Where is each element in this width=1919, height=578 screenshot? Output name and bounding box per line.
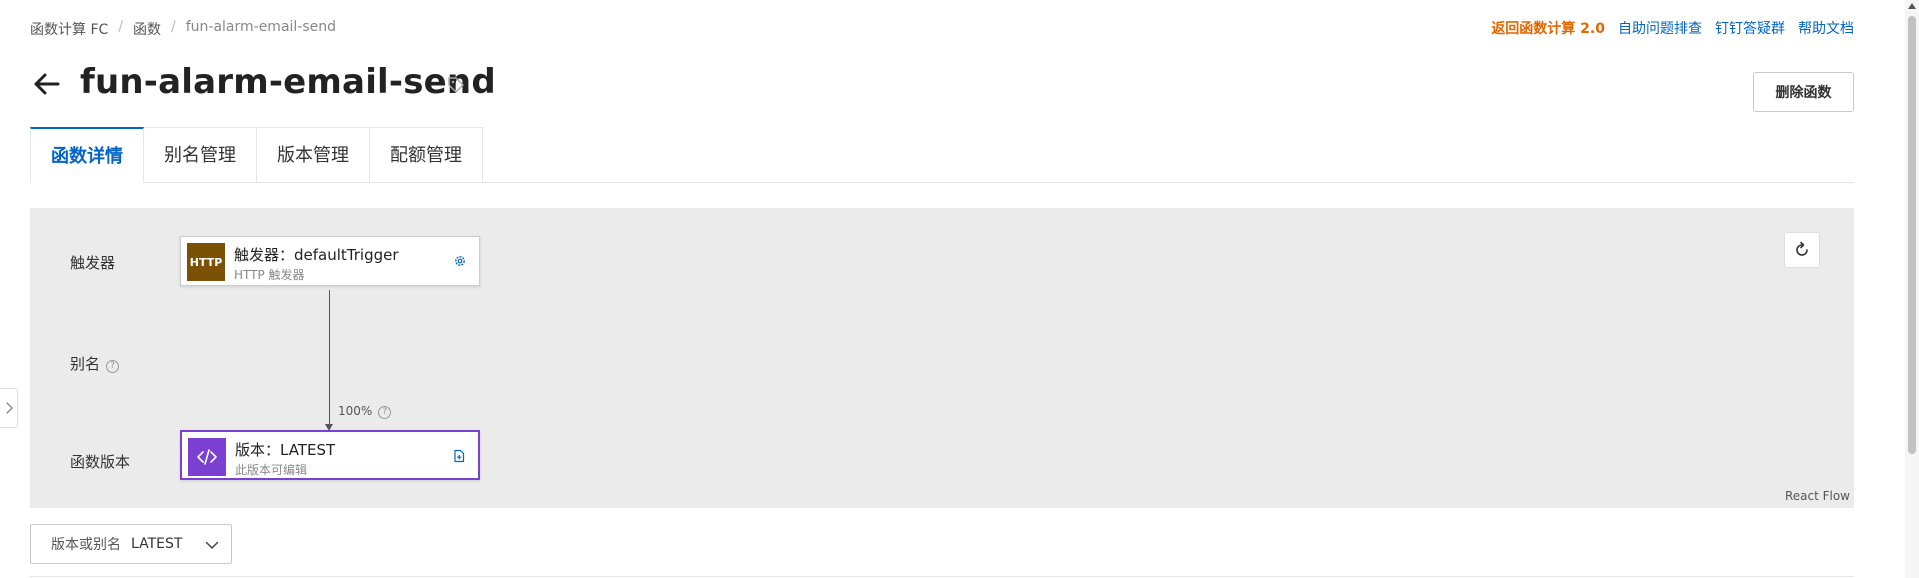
version-alias-select-label: 版本或别名	[51, 537, 121, 553]
react-flow-attribution[interactable]: React Flow	[1785, 489, 1850, 503]
page-title: fun-alarm-email-send	[80, 62, 496, 102]
trigger-node[interactable]: HTTP 触发器：defaultTrigger HTTP 触发器	[180, 236, 480, 286]
tab-quota-management[interactable]: 配额管理	[370, 127, 483, 183]
gear-icon[interactable]	[453, 254, 467, 268]
row-label-trigger: 触发器	[70, 254, 116, 272]
help-icon[interactable]: ?	[378, 406, 392, 419]
scrollbar-thumb[interactable]	[1908, 16, 1916, 454]
breadcrumb-item-current: fun-alarm-email-send	[185, 19, 337, 35]
top-links: 返回函数计算 2.0 自助问题排查 钉钉答疑群 帮助文档	[1491, 18, 1854, 38]
traffic-percent: 100%?	[338, 404, 392, 419]
version-alias-select[interactable]: 版本或别名 LATEST	[30, 524, 232, 564]
version-node-subtitle: 此版本可编辑	[235, 463, 308, 477]
version-code-icon	[188, 438, 226, 476]
refresh-button[interactable]	[1784, 232, 1820, 268]
tag-icon[interactable]	[447, 76, 465, 94]
breadcrumb-separator: /	[118, 19, 123, 35]
flow-edge	[329, 290, 330, 428]
breadcrumb-separator: /	[171, 19, 176, 35]
http-badge-icon: HTTP	[187, 243, 225, 281]
traffic-percent-value: 100%	[338, 404, 373, 418]
version-alias-select-value: LATEST	[131, 536, 183, 552]
page: 函数计算 FC / 函数 / fun-alarm-email-send 返回函数…	[0, 0, 1919, 578]
vertical-scrollbar[interactable]	[1905, 0, 1919, 578]
tab-alias-management[interactable]: 别名管理	[144, 127, 257, 183]
add-file-icon[interactable]	[452, 449, 466, 463]
row-label-version: 函数版本	[70, 453, 131, 471]
breadcrumb-item-fc[interactable]: 函数计算 FC	[30, 19, 108, 39]
dingtalk-group-link[interactable]: 钉钉答疑群	[1715, 18, 1785, 38]
breadcrumb: 函数计算 FC / 函数 / fun-alarm-email-send	[30, 19, 336, 39]
back-to-v2-link[interactable]: 返回函数计算 2.0	[1491, 18, 1605, 38]
back-arrow-icon[interactable]	[30, 68, 62, 100]
help-icon[interactable]: ?	[106, 360, 120, 373]
help-docs-link[interactable]: 帮助文档	[1798, 18, 1854, 38]
row-label-alias: 别名?	[70, 353, 120, 374]
trigger-node-subtitle: HTTP 触发器	[234, 268, 305, 282]
flow-canvas[interactable]: 触发器 别名? 函数版本 HTTP 触发器：defaultTrigger HTT…	[30, 208, 1854, 508]
refresh-icon	[1796, 241, 1808, 256]
tab-version-management[interactable]: 版本管理	[257, 127, 370, 183]
self-check-link[interactable]: 自助问题排查	[1618, 18, 1702, 38]
chevron-down-icon	[205, 541, 219, 549]
divider	[30, 576, 1854, 577]
tab-function-details[interactable]: 函数详情	[30, 127, 144, 183]
tab-bar: 函数详情 别名管理 版本管理 配额管理	[30, 127, 1854, 183]
row-label-alias-text: 别名	[70, 355, 101, 373]
version-node[interactable]: 版本：LATEST 此版本可编辑	[180, 430, 480, 480]
version-node-title: 版本：LATEST	[235, 441, 336, 459]
trigger-node-title: 触发器：defaultTrigger	[234, 246, 399, 264]
chevron-right-icon	[5, 402, 13, 414]
breadcrumb-item-functions[interactable]: 函数	[133, 19, 161, 39]
delete-function-button[interactable]: 删除函数	[1753, 72, 1854, 112]
sidebar-toggle[interactable]	[0, 388, 18, 428]
scroll-up-arrow-icon[interactable]	[1908, 3, 1916, 9]
